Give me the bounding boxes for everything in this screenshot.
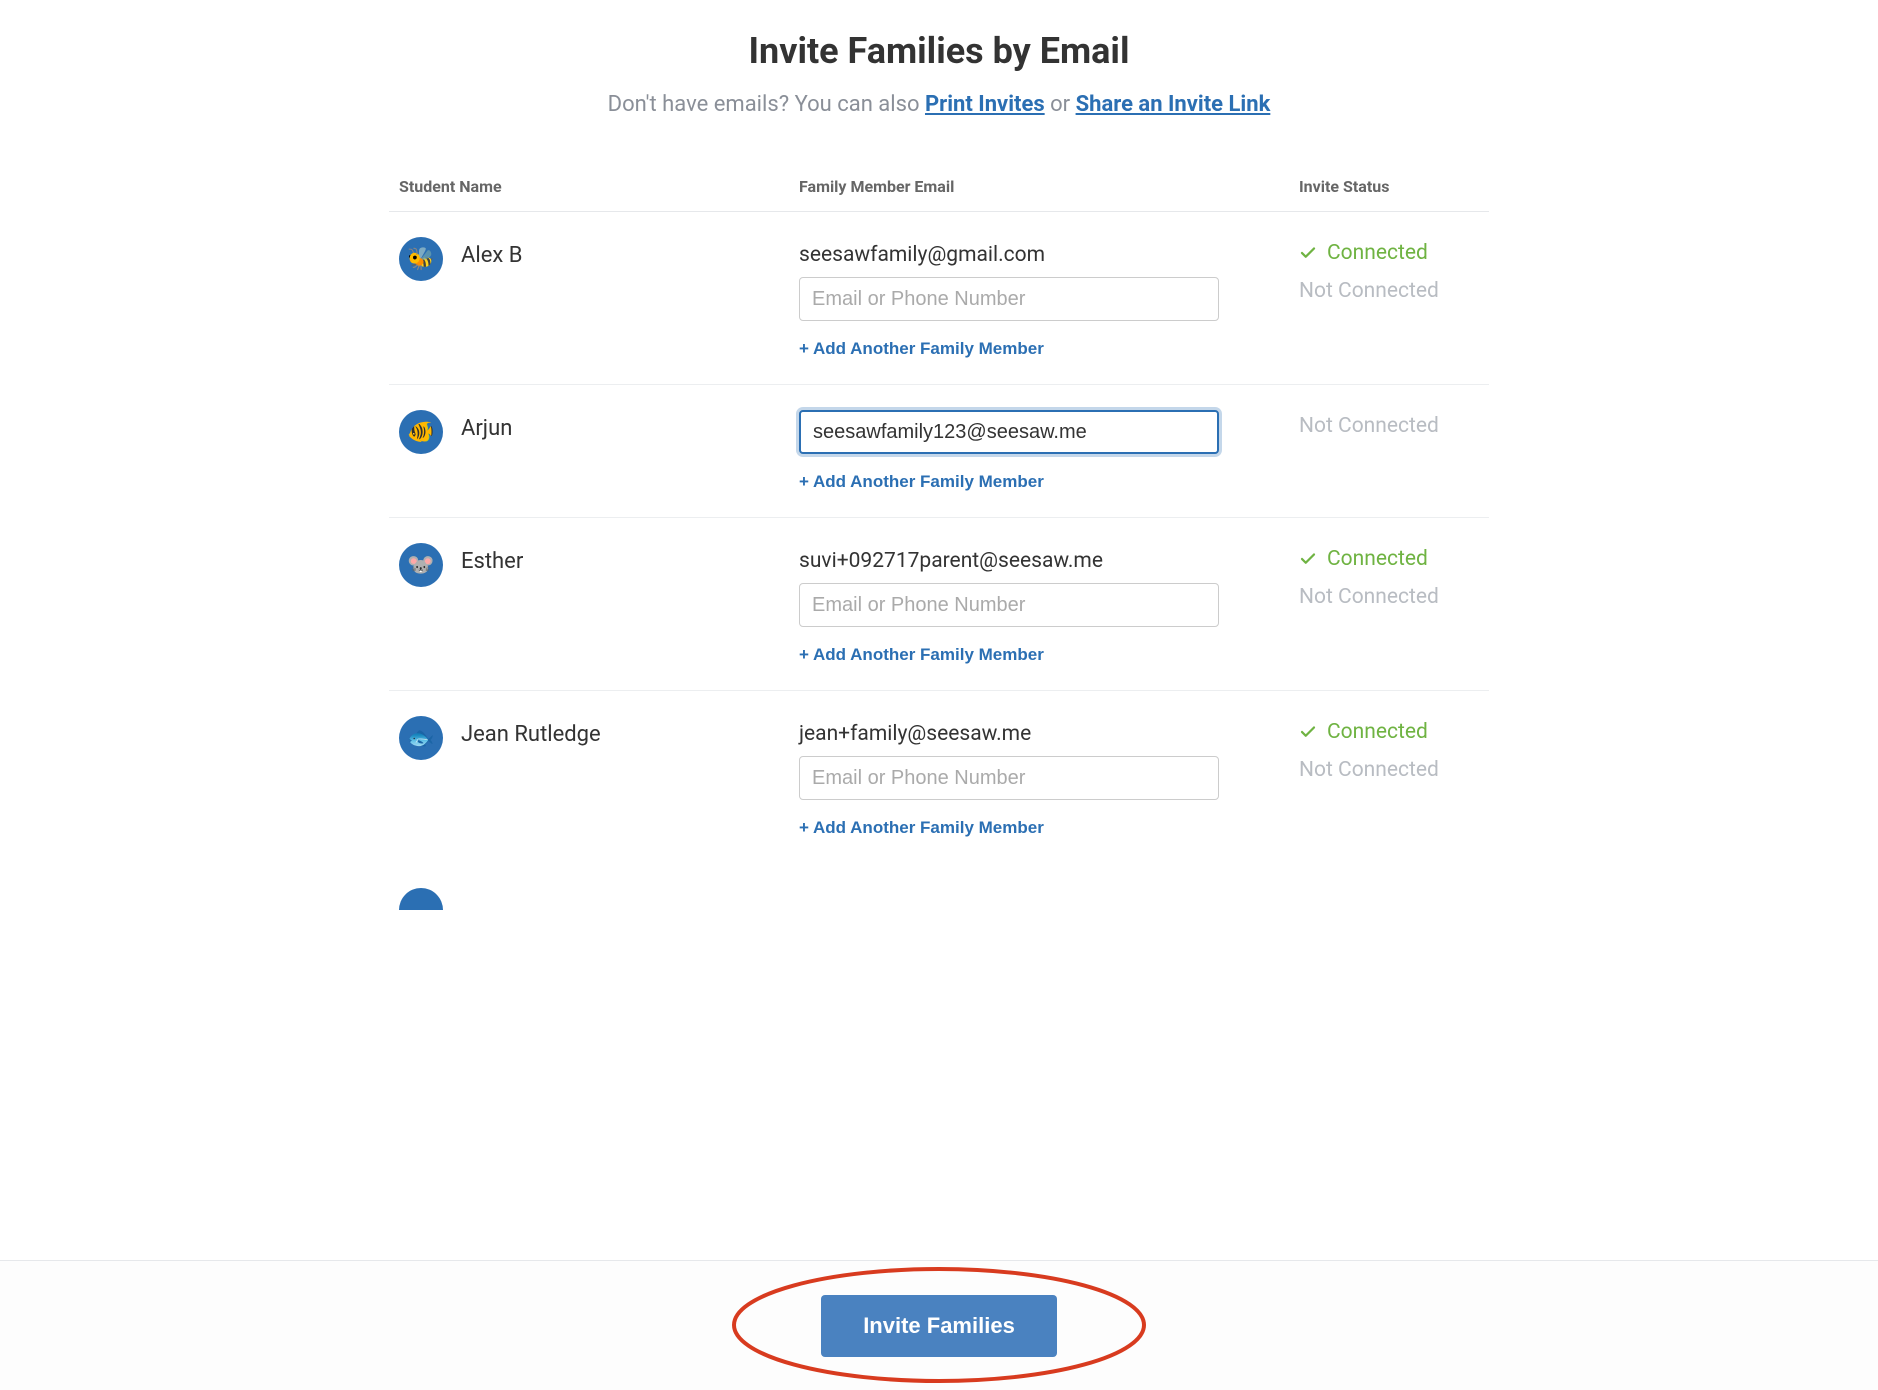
status-label: Not Connected — [1299, 279, 1439, 303]
invite-families-button[interactable]: Invite Families — [821, 1295, 1057, 1357]
avatar: 🐝 — [399, 237, 443, 281]
status-not-connected: Not Connected — [1299, 585, 1479, 609]
table-row: 🐠 Arjun + Add Another Family Member Not Con… — [389, 385, 1489, 518]
header-invite-status: Invite Status — [1299, 177, 1479, 196]
status-label: Not Connected — [1299, 414, 1439, 438]
status-connected: Connected — [1299, 547, 1479, 571]
student-name: Jean Rutledge — [461, 716, 601, 747]
status-not-connected: Not Connected — [1299, 758, 1479, 782]
avatar: 🐭 — [399, 543, 443, 587]
check-icon — [1299, 723, 1317, 741]
subtitle-pre: Don't have emails? You can also — [608, 92, 925, 117]
table-header: Student Name Family Member Email Invite … — [389, 177, 1489, 212]
print-invites-link[interactable]: Print Invites — [925, 92, 1045, 117]
check-icon — [1299, 550, 1317, 568]
table-row: 🐟 Jean Rutledge jean+family@seesaw.me + Add… — [389, 691, 1489, 863]
page-title: Invite Families by Email — [389, 30, 1489, 72]
email-input[interactable] — [799, 583, 1219, 627]
avatar — [399, 888, 443, 910]
student-name: Arjun — [461, 410, 512, 441]
footer-bar: Invite Families — [0, 1260, 1878, 1390]
email-input[interactable] — [799, 756, 1219, 800]
status-label: Connected — [1327, 547, 1428, 571]
subtitle-mid: or — [1045, 92, 1076, 117]
status-not-connected: Not Connected — [1299, 414, 1479, 438]
add-family-member-button[interactable]: + Add Another Family Member — [799, 810, 1299, 838]
email-display: seesawfamily@gmail.com — [799, 237, 1299, 277]
email-display: jean+family@seesaw.me — [799, 716, 1299, 756]
email-display: suvi+092717parent@seesaw.me — [799, 543, 1299, 583]
status-not-connected: Not Connected — [1299, 279, 1479, 303]
page-subtitle: Don't have emails? You can also Print In… — [389, 92, 1489, 117]
add-family-member-button[interactable]: + Add Another Family Member — [799, 637, 1299, 665]
table-row: 🐝 Alex B seesawfamily@gmail.com + Add Anoth… — [389, 212, 1489, 385]
header-student-name: Student Name — [399, 177, 799, 196]
email-input[interactable] — [799, 410, 1219, 454]
status-connected: Connected — [1299, 241, 1479, 265]
status-label: Not Connected — [1299, 585, 1439, 609]
status-label: Connected — [1327, 241, 1428, 265]
student-name: Alex B — [461, 237, 522, 268]
email-input[interactable] — [799, 277, 1219, 321]
status-label: Connected — [1327, 720, 1428, 744]
status-label: Not Connected — [1299, 758, 1439, 782]
share-invite-link[interactable]: Share an Invite Link — [1076, 92, 1271, 117]
avatar: 🐠 — [399, 410, 443, 454]
add-family-member-button[interactable]: + Add Another Family Member — [799, 464, 1299, 492]
status-connected: Connected — [1299, 720, 1479, 744]
header-family-email: Family Member Email — [799, 177, 1299, 196]
check-icon — [1299, 244, 1317, 262]
table-row-partial — [389, 863, 1489, 910]
table-row: 🐭 Esther suvi+092717parent@seesaw.me + Add … — [389, 518, 1489, 691]
add-family-member-button[interactable]: + Add Another Family Member — [799, 331, 1299, 359]
student-name: Esther — [461, 543, 523, 574]
avatar: 🐟 — [399, 716, 443, 760]
